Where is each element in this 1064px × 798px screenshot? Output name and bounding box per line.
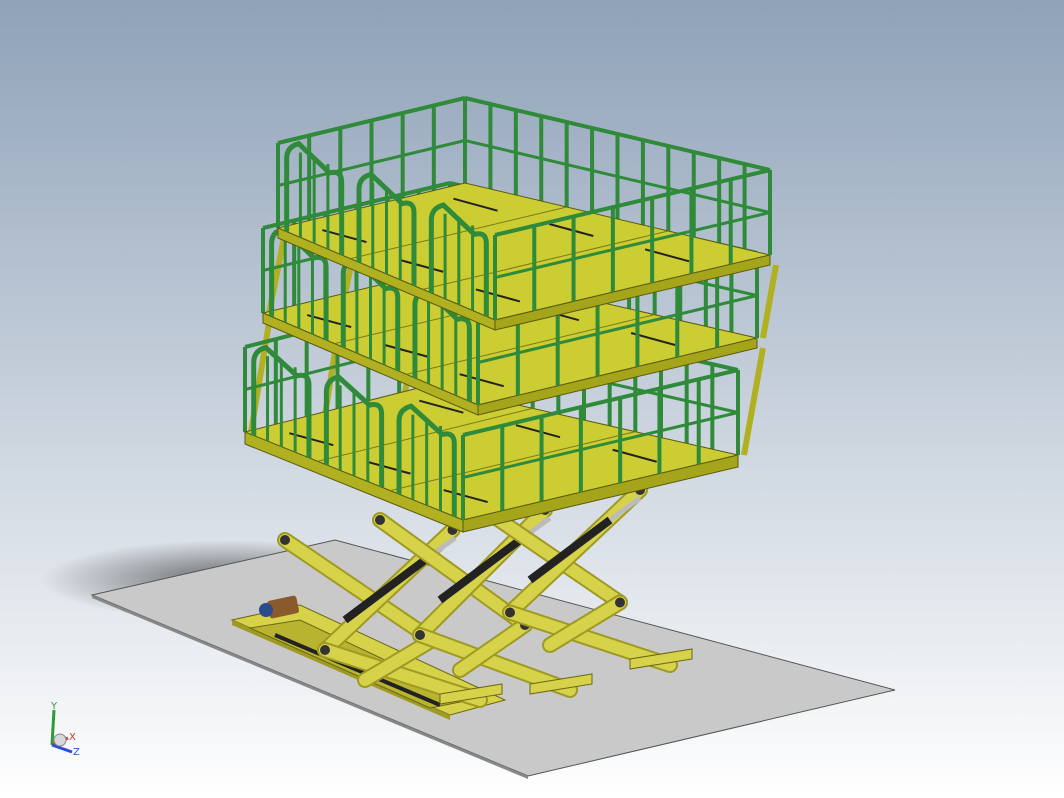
pivot-pin (280, 535, 290, 545)
triad-y-label: Y (50, 701, 58, 712)
cad-scene: Y X Z (0, 0, 1064, 798)
cad-viewport[interactable]: Y X Z (0, 0, 1064, 798)
pivot-pin (415, 630, 425, 640)
pivot-pin (375, 515, 385, 525)
triad-origin (53, 733, 67, 747)
pivot-pin (615, 597, 625, 608)
pivot-pin (320, 645, 330, 655)
pivot-pin (505, 607, 515, 618)
triad-x-label: X (69, 732, 76, 743)
triad-z-label: Z (73, 747, 80, 758)
